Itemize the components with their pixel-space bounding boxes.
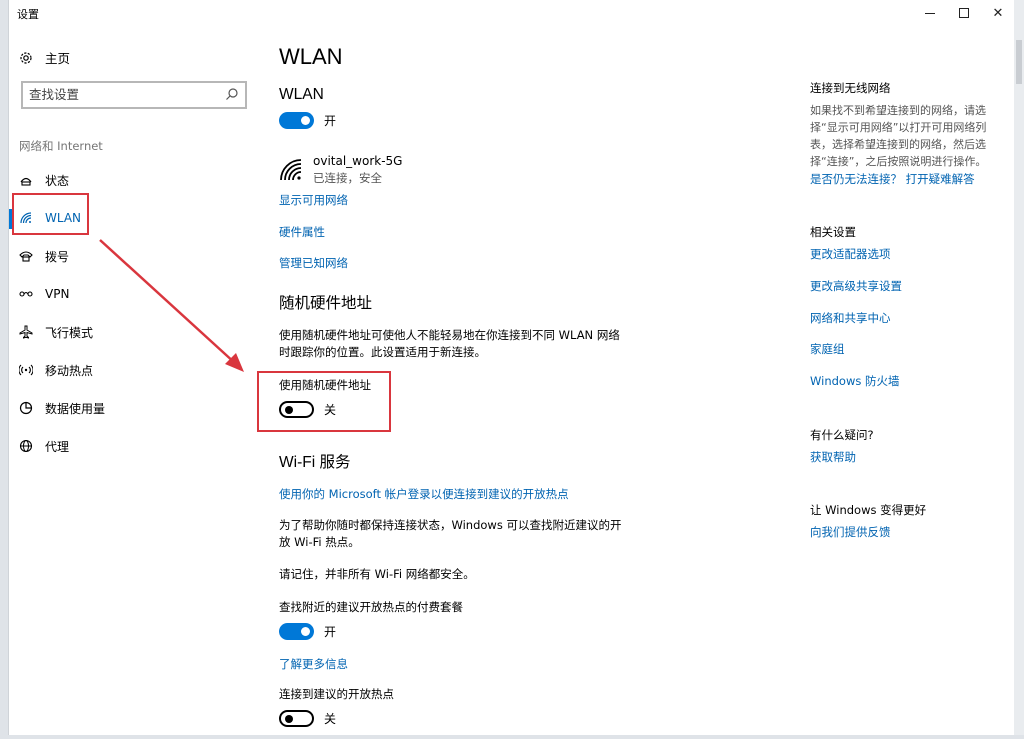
annotation-arrow [99,239,244,372]
